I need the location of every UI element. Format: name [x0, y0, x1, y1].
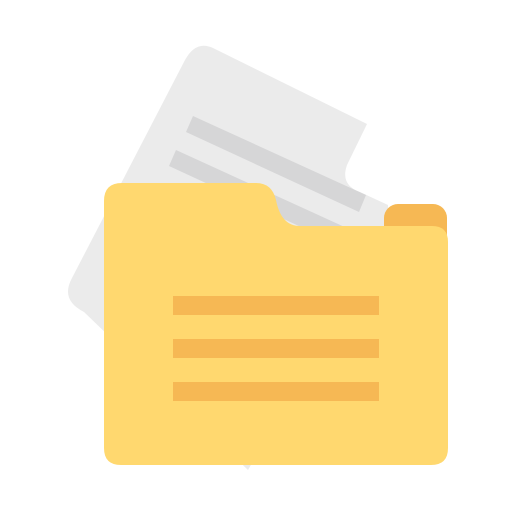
folder-line [173, 382, 379, 401]
folder-line [173, 296, 379, 315]
icon-canvas [0, 0, 512, 512]
folder-with-document-icon [68, 45, 448, 470]
folder-line [173, 339, 379, 358]
folder-lines [173, 296, 379, 401]
